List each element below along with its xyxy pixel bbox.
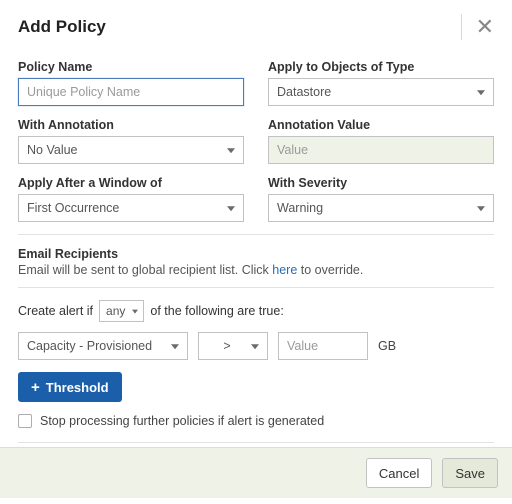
stop-processing-checkbox[interactable] bbox=[18, 414, 32, 428]
alert-prefix: Create alert if bbox=[18, 304, 93, 318]
separator-1 bbox=[18, 234, 494, 235]
threshold-property-value: Capacity - Provisioned bbox=[27, 339, 152, 353]
threshold-operator-value: > bbox=[223, 339, 230, 353]
with-severity-value: Warning bbox=[277, 201, 323, 215]
annotation-value-input[interactable]: Value bbox=[268, 136, 494, 164]
with-severity-select[interactable]: Warning bbox=[268, 194, 494, 222]
header-divider bbox=[461, 14, 462, 40]
dialog-title: Add Policy bbox=[18, 17, 447, 37]
separator-3 bbox=[18, 442, 494, 443]
add-threshold-label: Threshold bbox=[46, 380, 109, 395]
annotation-value-placeholder: Value bbox=[277, 143, 308, 157]
with-annotation-value: No Value bbox=[27, 143, 78, 157]
email-text-after: to override. bbox=[297, 263, 363, 277]
threshold-operator-select[interactable]: > bbox=[198, 332, 268, 360]
policy-name-placeholder: Unique Policy Name bbox=[27, 85, 140, 99]
threshold-property-select[interactable]: Capacity - Provisioned bbox=[18, 332, 188, 360]
save-label: Save bbox=[455, 466, 485, 481]
alert-mode-select[interactable]: any bbox=[99, 300, 144, 322]
policy-name-label: Policy Name bbox=[18, 60, 244, 74]
save-button[interactable]: Save bbox=[442, 458, 498, 488]
cancel-button[interactable]: Cancel bbox=[366, 458, 432, 488]
with-annotation-label: With Annotation bbox=[18, 118, 244, 132]
separator-2 bbox=[18, 287, 494, 288]
add-threshold-button[interactable]: + Threshold bbox=[18, 372, 122, 402]
stop-processing-row: Stop processing further policies if aler… bbox=[18, 414, 494, 428]
add-policy-dialog: Add Policy ✕ Policy Name Unique Policy N… bbox=[0, 0, 512, 498]
cancel-label: Cancel bbox=[379, 466, 419, 481]
threshold-value-placeholder: Value bbox=[287, 339, 318, 353]
dialog-body: Policy Name Unique Policy Name Apply to … bbox=[0, 50, 512, 447]
apply-window-label: Apply After a Window of bbox=[18, 176, 244, 190]
with-severity-label: With Severity bbox=[268, 176, 494, 190]
threshold-value-input[interactable]: Value bbox=[278, 332, 368, 360]
apply-window-value: First Occurrence bbox=[27, 201, 119, 215]
with-annotation-select[interactable]: No Value bbox=[18, 136, 244, 164]
policy-name-input[interactable]: Unique Policy Name bbox=[18, 78, 244, 106]
dialog-header: Add Policy ✕ bbox=[0, 0, 512, 50]
apply-type-value: Datastore bbox=[277, 85, 331, 99]
email-recipients-title: Email Recipients bbox=[18, 247, 494, 261]
email-recipients-text: Email will be sent to global recipient l… bbox=[18, 263, 494, 277]
threshold-unit: GB bbox=[378, 339, 396, 353]
email-text-before: Email will be sent to global recipient l… bbox=[18, 263, 272, 277]
apply-type-select[interactable]: Datastore bbox=[268, 78, 494, 106]
stop-processing-label: Stop processing further policies if aler… bbox=[40, 414, 324, 428]
email-override-link[interactable]: here bbox=[272, 263, 297, 277]
threshold-row: Capacity - Provisioned > Value GB bbox=[18, 332, 494, 360]
close-icon[interactable]: ✕ bbox=[476, 16, 494, 38]
alert-suffix: of the following are true: bbox=[150, 304, 283, 318]
annotation-value-label: Annotation Value bbox=[268, 118, 494, 132]
alert-mode-value: any bbox=[106, 304, 125, 318]
alert-condition-line: Create alert if any of the following are… bbox=[18, 300, 494, 322]
apply-type-label: Apply to Objects of Type bbox=[268, 60, 494, 74]
dialog-footer: Cancel Save bbox=[0, 447, 512, 498]
apply-window-select[interactable]: First Occurrence bbox=[18, 194, 244, 222]
plus-icon: + bbox=[31, 380, 40, 395]
